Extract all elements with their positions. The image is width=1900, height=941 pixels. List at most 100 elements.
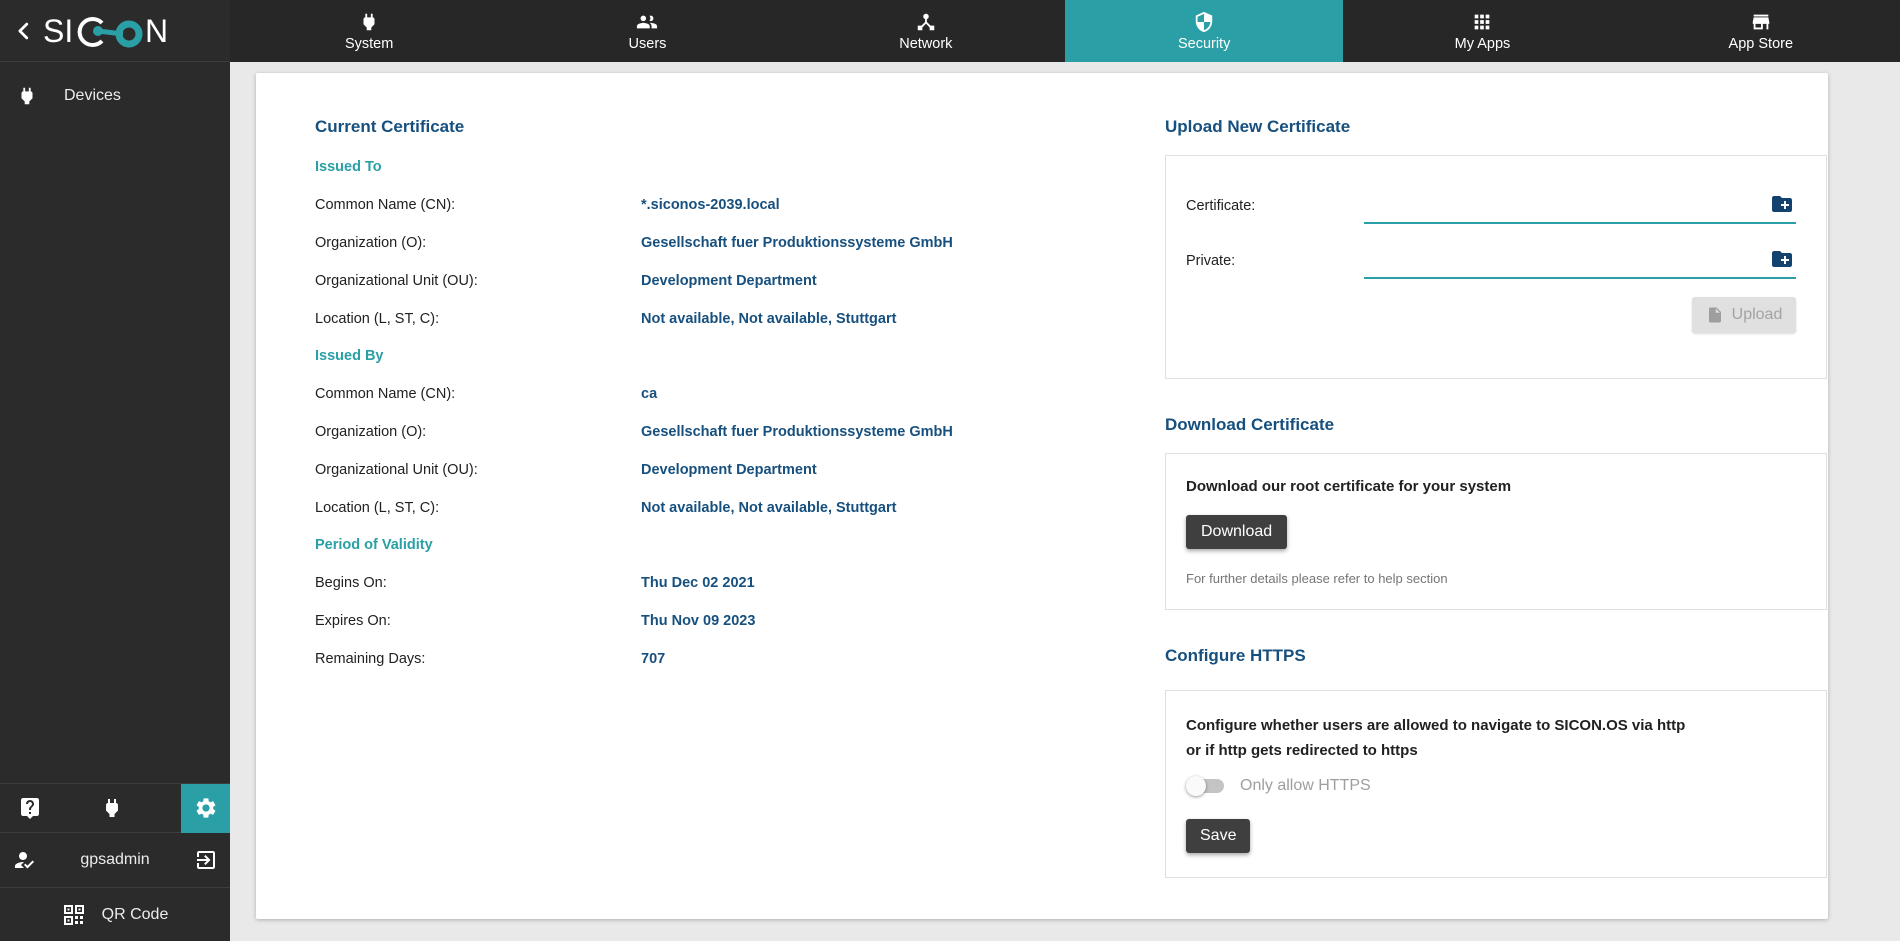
devices-shortcut-button[interactable] <box>100 796 124 820</box>
row-label: Common Name (CN): <box>315 386 456 402</box>
upload-button-label: Upload <box>1731 306 1783 323</box>
row-label: Expires On: <box>315 613 391 629</box>
tab-app-store[interactable]: App Store <box>1622 0 1900 62</box>
tab-system[interactable]: System <box>230 0 508 62</box>
row-label: Common Name (CN): <box>315 197 456 213</box>
chevron-left-icon <box>13 20 35 42</box>
https-description-line2: or if http gets redirected to https <box>1186 742 1418 759</box>
row-value: Development Department <box>641 273 817 289</box>
tab-network[interactable]: Network <box>787 0 1065 62</box>
people-icon <box>636 11 658 33</box>
logo-text-left: SI <box>43 13 73 49</box>
download-certificate-box: Download our root certificate for your s… <box>1165 453 1827 610</box>
configure-https-box: Configure whether users are allowed to n… <box>1165 690 1827 878</box>
sidebar-utility-row <box>0 783 230 833</box>
live-help-icon <box>18 796 42 820</box>
cert-row: Location (L, ST, C): Not available, Not … <box>315 311 1115 328</box>
sicon-logo: SI N <box>41 11 189 51</box>
settings-button[interactable] <box>181 783 230 833</box>
sidebar-footer: gpsadmin QR Code <box>0 783 230 941</box>
tab-my-apps[interactable]: My Apps <box>1343 0 1621 62</box>
tab-label: Network <box>899 35 953 52</box>
gear-icon <box>194 796 218 820</box>
only-allow-https-toggle[interactable] <box>1186 776 1224 796</box>
row-value: Gesellschaft fuer Produktionssysteme Gmb… <box>641 424 953 440</box>
top-navigation: System Users Network Security My Apps Ap… <box>230 0 1900 62</box>
current-certificate-title: Current Certificate <box>315 117 465 136</box>
tab-label: Security <box>1177 35 1231 52</box>
period-of-validity-heading: Period of Validity <box>315 537 433 553</box>
row-value: 707 <box>641 651 666 667</box>
download-certificate-title: Download Certificate <box>1165 415 1335 434</box>
private-field-row: Private: <box>1186 245 1796 279</box>
user-row: gpsadmin <box>0 832 230 887</box>
cert-row: Location (L, ST, C): Not available, Not … <box>315 500 1115 517</box>
cert-row: Organization (O): Gesellschaft fuer Prod… <box>315 235 1115 252</box>
current-certificate-panel: Current Certificate Issued To Common Nam… <box>315 73 1115 668</box>
download-description: Download our root certificate for your s… <box>1186 478 1512 495</box>
cert-row: Remaining Days: 707 <box>315 651 1115 668</box>
row-label: Organizational Unit (OU): <box>315 273 478 289</box>
sidebar-item-devices[interactable]: Devices <box>0 72 230 120</box>
row-value: *.siconos-2039.local <box>641 197 780 213</box>
row-value: Not available, Not available, Stuttgart <box>641 500 897 516</box>
qr-code-button[interactable]: QR Code <box>0 887 230 941</box>
folder-plus-icon[interactable] <box>1770 247 1794 271</box>
row-value: Not available, Not available, Stuttgart <box>641 311 897 327</box>
tab-security[interactable]: Security <box>1064 0 1344 62</box>
configure-https-title: Configure HTTPS <box>1165 646 1306 665</box>
storefront-icon <box>1750 11 1772 33</box>
logo-text-right: N <box>145 13 168 49</box>
row-value: Gesellschaft fuer Produktionssysteme Gmb… <box>641 235 953 251</box>
cert-row: Common Name (CN): ca <box>315 386 1115 403</box>
download-note: For further details please refer to help… <box>1186 571 1448 586</box>
upload-button[interactable]: Upload <box>1692 297 1796 333</box>
tab-label: My Apps <box>1454 35 1511 52</box>
certificate-file-input[interactable] <box>1364 190 1796 222</box>
back-button[interactable] <box>10 17 38 45</box>
https-description-line1: Configure whether users are allowed to n… <box>1186 717 1686 734</box>
tab-label: System <box>344 35 394 52</box>
plug-icon <box>100 796 124 820</box>
device-hub-icon <box>915 11 937 33</box>
certificate-field-label: Certificate: <box>1186 198 1364 224</box>
row-label: Begins On: <box>315 575 387 591</box>
row-label: Organization (O): <box>315 424 427 440</box>
qr-code-icon <box>62 903 86 927</box>
username: gpsadmin <box>80 851 150 868</box>
cert-row: Organization (O): Gesellschaft fuer Prod… <box>315 424 1115 441</box>
only-allow-https-label: Only allow HTTPS <box>1240 777 1371 794</box>
save-button[interactable]: Save <box>1186 819 1251 853</box>
tab-users[interactable]: Users <box>508 0 786 62</box>
logout-icon <box>194 848 218 872</box>
issued-by-heading: Issued By <box>315 348 384 364</box>
plug-icon <box>16 85 38 107</box>
cert-row: Common Name (CN): *.siconos-2039.local <box>315 197 1115 214</box>
toggle-knob <box>1186 776 1206 796</box>
plug-icon <box>358 11 380 33</box>
row-value: Thu Dec 02 2021 <box>641 575 755 591</box>
tab-label: Users <box>628 35 667 52</box>
private-key-file-input[interactable] <box>1364 245 1796 277</box>
sidebar-item-label: Devices <box>64 87 121 104</box>
apps-grid-icon <box>1471 11 1493 33</box>
person-check-icon <box>12 848 36 872</box>
cert-row: Expires On: Thu Nov 09 2023 <box>315 613 1115 630</box>
folder-plus-icon[interactable] <box>1770 192 1794 216</box>
row-value: Thu Nov 09 2023 <box>641 613 756 629</box>
help-button[interactable] <box>18 796 42 820</box>
file-icon <box>1706 306 1724 324</box>
row-label: Location (L, ST, C): <box>315 311 440 327</box>
row-value: ca <box>641 386 658 402</box>
row-label: Organization (O): <box>315 235 427 251</box>
upload-certificate-box: Certificate: Private: Upload <box>1165 155 1827 379</box>
tab-label: App Store <box>1728 35 1794 52</box>
private-field-label: Private: <box>1186 253 1364 279</box>
right-panel: Upload New Certificate Certificate: Priv… <box>1165 73 1827 878</box>
logout-button[interactable] <box>194 848 218 872</box>
cert-row: Begins On: Thu Dec 02 2021 <box>315 575 1115 592</box>
download-button[interactable]: Download <box>1186 515 1288 549</box>
cert-row: Organizational Unit (OU): Development De… <box>315 462 1115 479</box>
cert-row: Organizational Unit (OU): Development De… <box>315 273 1115 290</box>
certificate-field-row: Certificate: <box>1186 190 1796 224</box>
